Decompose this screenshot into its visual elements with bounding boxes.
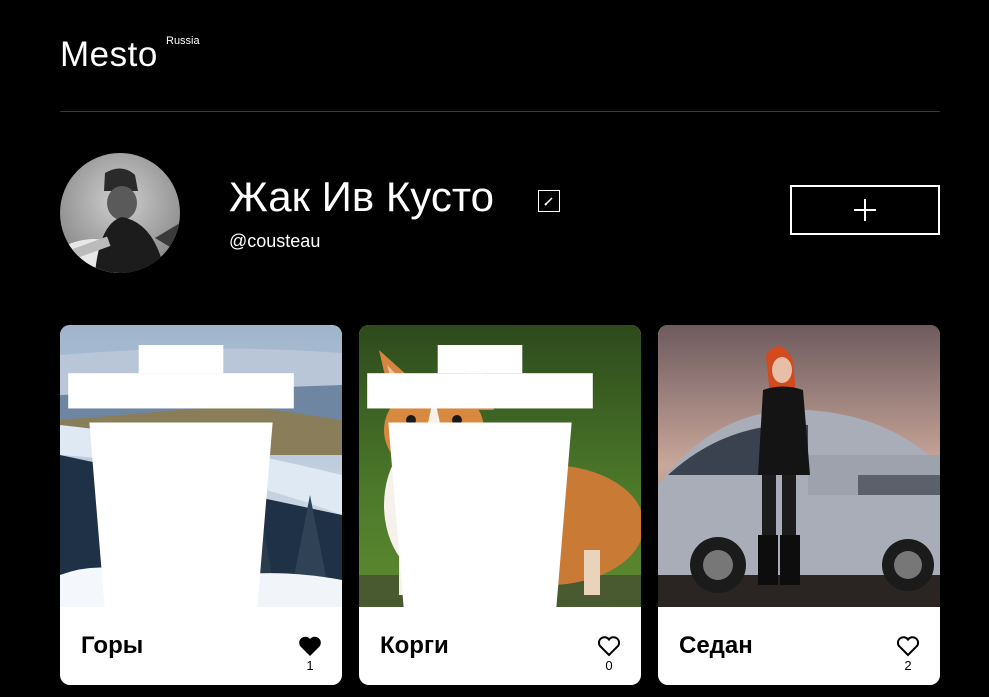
- heart-icon[interactable]: [896, 635, 920, 657]
- like-group: 0: [596, 635, 622, 672]
- like-count: 1: [306, 658, 314, 673]
- pencil-icon: [544, 197, 553, 206]
- profile: Жак Ив Кусто @cousteau: [60, 153, 940, 275]
- avatar[interactable]: [60, 153, 180, 273]
- like-group: 2: [895, 635, 921, 672]
- card-image[interactable]: [658, 325, 940, 607]
- card-title: Седан: [679, 632, 753, 659]
- heart-icon[interactable]: [298, 635, 322, 657]
- like-count: 2: [904, 658, 912, 673]
- cards-grid: Горы 1 Корги 0 Седан 2: [60, 325, 940, 697]
- card-title: Горы: [81, 632, 144, 659]
- profile-about: @cousteau: [229, 231, 321, 251]
- plus-icon: [854, 199, 876, 221]
- like-group: 1: [297, 635, 323, 672]
- card-title: Корги: [380, 632, 449, 659]
- card-image[interactable]: [60, 325, 342, 607]
- edit-profile-button[interactable]: [538, 190, 560, 212]
- card: Седан 2: [658, 325, 940, 685]
- header: Mesto Russia: [60, 0, 940, 112]
- like-count: 0: [605, 658, 613, 673]
- trash-icon[interactable]: [60, 345, 322, 607]
- card-image[interactable]: [359, 325, 641, 607]
- heart-icon[interactable]: [597, 635, 621, 657]
- profile-name: Жак Ив Кусто: [229, 173, 494, 220]
- trash-icon[interactable]: [359, 345, 621, 607]
- add-card-button[interactable]: [790, 185, 940, 235]
- logo-region: Russia: [166, 35, 200, 47]
- card: Горы 1: [60, 325, 342, 685]
- logo[interactable]: Mesto: [60, 37, 158, 72]
- card: Корги 0: [359, 325, 641, 685]
